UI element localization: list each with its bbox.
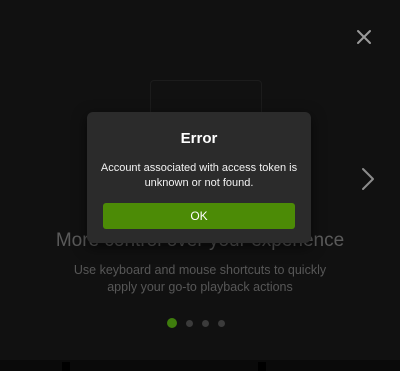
page-dot-3[interactable] [202, 319, 209, 327]
dialog-title: Error [180, 130, 218, 147]
ok-button[interactable]: OK [103, 203, 295, 229]
onboarding-subtitle: Use keyboard and mouse shortcuts to quic… [73, 263, 327, 294]
close-button[interactable] [352, 25, 376, 49]
bottom-marker-right [258, 362, 266, 371]
page-indicator [167, 318, 225, 328]
close-icon [357, 30, 371, 44]
page-dot-4[interactable] [218, 319, 225, 327]
dialog-message: Account associated with access token is … [100, 162, 298, 189]
bottom-marker-left [62, 362, 70, 371]
error-dialog: Error Account associated with access tok… [87, 112, 311, 243]
chevron-right-icon [362, 168, 374, 190]
page-dot-1[interactable] [167, 318, 177, 328]
next-page-button[interactable] [354, 164, 380, 194]
page-dot-2[interactable] [186, 319, 193, 327]
bottom-bar [0, 360, 400, 371]
